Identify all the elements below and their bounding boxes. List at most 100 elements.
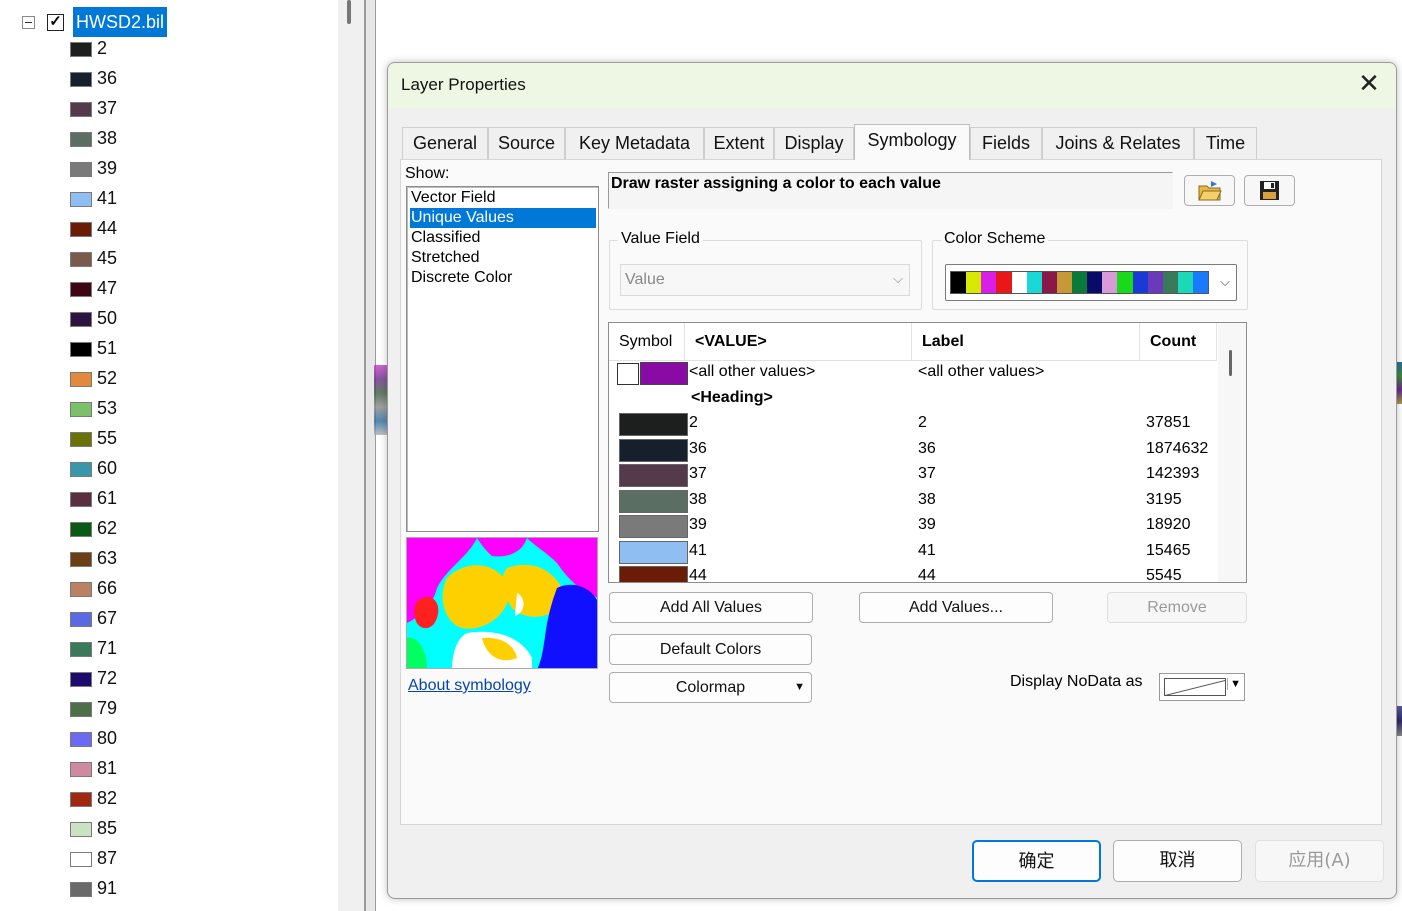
legend-swatch[interactable] xyxy=(70,72,92,87)
renderer-item[interactable]: Unique Values xyxy=(410,208,596,228)
renderer-item[interactable]: Classified xyxy=(410,228,596,248)
save-layer-file-button[interactable] xyxy=(1244,175,1295,206)
other-values-symbol[interactable] xyxy=(640,362,688,385)
table-row-heading[interactable]: <Heading> xyxy=(609,387,1217,412)
other-values-checkbox[interactable] xyxy=(617,363,639,385)
legend-swatch[interactable] xyxy=(70,582,92,597)
default-colors-button[interactable]: Default Colors xyxy=(609,634,812,665)
legend-swatch[interactable] xyxy=(70,882,92,897)
tab-symbology[interactable]: Symbology xyxy=(854,124,970,160)
renderer-item[interactable]: Vector Field xyxy=(410,188,596,208)
legend-swatch[interactable] xyxy=(70,192,92,207)
table-row[interactable]: 2 2 37851 xyxy=(609,412,1217,437)
layer-name[interactable]: HWSD2.bil xyxy=(73,7,168,37)
legend-swatch[interactable] xyxy=(70,312,92,327)
legend-swatch[interactable] xyxy=(70,462,92,477)
open-layer-file-button[interactable] xyxy=(1184,175,1235,206)
legend-swatch[interactable] xyxy=(70,612,92,627)
tab-joins-relates[interactable]: Joins & Relates xyxy=(1042,127,1194,160)
legend-item[interactable]: 41 xyxy=(70,184,270,214)
tab-display[interactable]: Display xyxy=(774,127,854,160)
color-scheme-combo[interactable]: ⌵ xyxy=(945,264,1237,301)
legend-swatch[interactable] xyxy=(70,702,92,717)
tab-source[interactable]: Source xyxy=(488,127,565,160)
legend-item[interactable]: 36 xyxy=(70,64,270,94)
legend-swatch[interactable] xyxy=(70,492,92,507)
legend-swatch[interactable] xyxy=(70,342,92,357)
pane-splitter[interactable] xyxy=(364,0,376,911)
layer-visibility-checkbox[interactable]: ✓ xyxy=(47,14,64,31)
cancel-button[interactable]: 取消 xyxy=(1113,840,1242,882)
legend-item[interactable]: 63 xyxy=(70,544,270,574)
legend-item[interactable]: 91 xyxy=(70,874,270,904)
value-symbol[interactable] xyxy=(619,438,688,462)
legend-item[interactable]: 79 xyxy=(70,694,270,724)
unique-values-table[interactable]: Symbol <VALUE> Label Count <all other va… xyxy=(608,322,1247,583)
collapse-icon[interactable] xyxy=(22,16,35,29)
table-row[interactable]: 39 39 18920 xyxy=(609,514,1217,539)
table-row[interactable]: 41 41 15465 xyxy=(609,540,1217,565)
table-row[interactable]: 36 36 1874632 xyxy=(609,438,1217,463)
renderer-item[interactable]: Discrete Color xyxy=(410,268,596,288)
about-symbology-link[interactable]: About symbology xyxy=(408,677,531,695)
col-count[interactable]: Count xyxy=(1140,323,1217,361)
legend-swatch[interactable] xyxy=(70,102,92,117)
legend-item[interactable]: 38 xyxy=(70,124,270,154)
legend-swatch[interactable] xyxy=(70,282,92,297)
legend-swatch[interactable] xyxy=(70,672,92,687)
legend-swatch[interactable] xyxy=(70,522,92,537)
legend-item[interactable]: 44 xyxy=(70,214,270,244)
legend-item[interactable]: 37 xyxy=(70,94,270,124)
legend-item[interactable]: 85 xyxy=(70,814,270,844)
col-label[interactable]: Label xyxy=(912,323,1140,361)
value-field-combo[interactable]: Value ⌵ xyxy=(620,264,910,296)
legend-item[interactable]: 61 xyxy=(70,484,270,514)
add-values-button[interactable]: Add Values... xyxy=(859,592,1053,623)
legend-swatch[interactable] xyxy=(70,252,92,267)
legend-item[interactable]: 82 xyxy=(70,784,270,814)
legend-item[interactable]: 52 xyxy=(70,364,270,394)
legend-swatch[interactable] xyxy=(70,42,92,57)
legend-item[interactable]: 55 xyxy=(70,424,270,454)
table-row[interactable]: 38 38 3195 xyxy=(609,489,1217,514)
tab-time[interactable]: Time xyxy=(1194,127,1257,160)
legend-swatch[interactable] xyxy=(70,432,92,447)
legend-item[interactable]: 71 xyxy=(70,634,270,664)
tab-extent[interactable]: Extent xyxy=(704,127,774,160)
add-all-values-button[interactable]: Add All Values xyxy=(609,592,813,623)
legend-swatch[interactable] xyxy=(70,402,92,417)
apply-button[interactable]: 应用(A) xyxy=(1255,840,1384,882)
legend-item[interactable]: 50 xyxy=(70,304,270,334)
legend-item[interactable]: 81 xyxy=(70,754,270,784)
legend-item[interactable]: 47 xyxy=(70,274,270,304)
table-row[interactable]: 37 37 142393 xyxy=(609,463,1217,488)
legend-swatch[interactable] xyxy=(70,132,92,147)
dialog-titlebar[interactable]: Layer Properties ✕ xyxy=(388,63,1396,108)
legend-swatch[interactable] xyxy=(70,732,92,747)
value-symbol[interactable] xyxy=(619,464,688,487)
scrollbar-thumb[interactable] xyxy=(1229,350,1232,376)
tab-general[interactable]: General xyxy=(402,127,488,160)
legend-swatch[interactable] xyxy=(70,372,92,387)
legend-item[interactable]: 62 xyxy=(70,514,270,544)
layer-row[interactable]: ✓ HWSD2.bil xyxy=(0,4,338,37)
nodata-color-picker[interactable]: ▼ xyxy=(1159,673,1245,701)
value-symbol[interactable] xyxy=(619,413,688,436)
value-symbol[interactable] xyxy=(619,489,688,513)
table-row[interactable]: 44 44 5545 xyxy=(609,565,1217,582)
table-scrollbar[interactable] xyxy=(1218,323,1246,582)
legend-item[interactable]: 45 xyxy=(70,244,270,274)
legend-swatch[interactable] xyxy=(70,852,92,867)
renderer-list[interactable]: Vector Field Unique Values Classified Stret… xyxy=(406,186,599,532)
legend-item[interactable]: 2 xyxy=(70,34,270,64)
legend-swatch[interactable] xyxy=(70,822,92,837)
tab-key-metadata[interactable]: Key Metadata xyxy=(565,127,704,160)
remove-button[interactable]: Remove xyxy=(1107,592,1247,623)
tab-fields[interactable]: Fields xyxy=(970,127,1042,160)
legend-swatch[interactable] xyxy=(70,222,92,237)
value-symbol[interactable] xyxy=(619,515,688,538)
col-symbol[interactable]: Symbol xyxy=(609,323,685,361)
legend-item[interactable]: 80 xyxy=(70,724,270,754)
col-value[interactable]: <VALUE> xyxy=(685,323,912,361)
table-row-other-values[interactable]: <all other values> <all other values> xyxy=(609,361,1217,386)
